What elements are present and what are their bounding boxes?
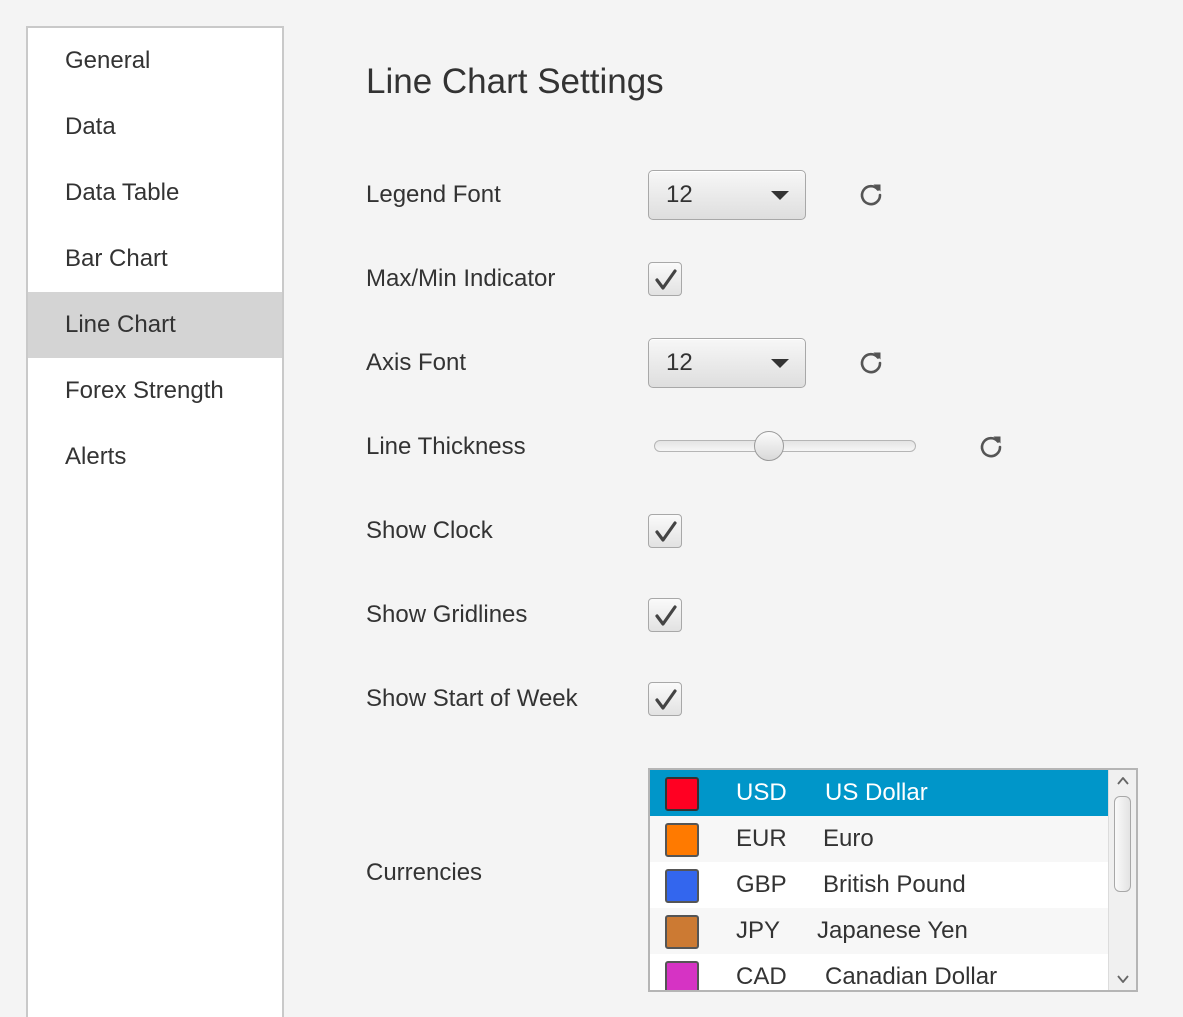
sidebar-item-line-chart[interactable]: Line Chart <box>28 292 282 358</box>
checkmark-icon <box>655 521 677 542</box>
axis-font-value: 12 <box>666 349 693 376</box>
sidebar-item-data[interactable]: Data <box>28 94 282 160</box>
currency-code: USD <box>736 779 787 806</box>
max-min-indicator-row: Max/Min Indicator <box>366 254 1166 304</box>
slider-track <box>654 440 916 452</box>
currency-name: British Pound <box>823 871 966 898</box>
chevron-up-icon[interactable] <box>1116 774 1130 788</box>
currency-code: JPY <box>736 917 781 944</box>
axis-font-select[interactable]: 12 <box>648 338 806 388</box>
currency-code: GBP <box>736 871 787 898</box>
checkmark-icon <box>655 269 677 290</box>
show-gridlines-label: Show Gridlines <box>366 601 528 628</box>
currency-color-swatch[interactable] <box>665 823 699 857</box>
currency-item-jpy[interactable]: JPY Japanese Yen <box>650 908 1108 954</box>
show-start-of-week-label: Show Start of Week <box>366 685 578 712</box>
currency-color-swatch[interactable] <box>665 869 699 903</box>
legend-font-label: Legend Font <box>366 181 501 208</box>
line-thickness-reset-button[interactable] <box>976 432 1006 462</box>
currency-item-cad[interactable]: CAD Canadian Dollar <box>650 954 1108 990</box>
show-start-of-week-checkbox[interactable] <box>648 682 682 716</box>
axis-font-label: Axis Font <box>366 349 467 376</box>
show-clock-checkbox[interactable] <box>648 514 682 548</box>
sidebar-item-bar-chart[interactable]: Bar Chart <box>28 226 282 292</box>
page-title: Line Chart Settings <box>366 62 664 101</box>
currency-item-eur[interactable]: EUR Euro <box>650 816 1108 862</box>
show-start-of-week-row: Show Start of Week <box>366 674 1166 724</box>
currency-name: Euro <box>823 825 874 852</box>
settings-window: General Data Data Table Bar Chart Line C… <box>0 0 1183 1017</box>
sidebar-item-forex-strength[interactable]: Forex Strength <box>28 358 282 424</box>
show-clock-label: Show Clock <box>366 517 493 544</box>
chevron-down-icon[interactable] <box>1116 972 1130 986</box>
sidebar-item-data-table[interactable]: Data Table <box>28 160 282 226</box>
show-gridlines-row: Show Gridlines <box>366 590 1166 640</box>
currency-name: Canadian Dollar <box>825 963 998 990</box>
legend-font-reset-button[interactable] <box>856 180 886 210</box>
line-thickness-label: Line Thickness <box>366 433 526 460</box>
max-min-indicator-label: Max/Min Indicator <box>366 265 556 292</box>
line-thickness-slider[interactable] <box>654 431 916 461</box>
checkmark-icon <box>655 605 677 626</box>
show-gridlines-checkbox[interactable] <box>648 598 682 632</box>
currency-code: CAD <box>736 963 787 990</box>
settings-panel: Line Chart Settings Legend Font 12 Max/M… <box>366 0 1166 1017</box>
dropdown-arrow-icon <box>771 359 789 368</box>
currencies-list[interactable]: USD US Dollar EUR Euro GBP British Pound… <box>648 768 1138 992</box>
max-min-indicator-checkbox[interactable] <box>648 262 682 296</box>
sidebar-nav: General Data Data Table Bar Chart Line C… <box>28 28 282 490</box>
currency-item-gbp[interactable]: GBP British Pound <box>650 862 1108 908</box>
currency-color-swatch[interactable] <box>665 777 699 811</box>
sidebar-item-alerts[interactable]: Alerts <box>28 424 282 490</box>
sidebar-item-general[interactable]: General <box>28 28 282 94</box>
currency-color-swatch[interactable] <box>665 961 699 990</box>
currency-name: Japanese Yen <box>817 917 968 944</box>
refresh-icon <box>860 352 882 374</box>
checkmark-icon <box>655 689 677 710</box>
currency-name: US Dollar <box>825 779 928 806</box>
currencies-label: Currencies <box>366 859 483 886</box>
currency-color-swatch[interactable] <box>665 915 699 949</box>
dropdown-arrow-icon <box>771 191 789 200</box>
legend-font-select[interactable]: 12 <box>648 170 806 220</box>
sidebar: General Data Data Table Bar Chart Line C… <box>26 26 284 1017</box>
axis-font-row: Axis Font 12 <box>366 338 1166 388</box>
legend-font-value: 12 <box>666 181 693 208</box>
slider-thumb[interactable] <box>754 431 785 461</box>
show-clock-row: Show Clock <box>366 506 1166 556</box>
currency-code: EUR <box>736 825 787 852</box>
axis-font-reset-button[interactable] <box>856 348 886 378</box>
refresh-icon <box>980 436 1002 458</box>
currencies-scrollbar[interactable] <box>1108 770 1136 990</box>
line-thickness-row: Line Thickness <box>366 422 1166 472</box>
refresh-icon <box>860 184 882 206</box>
currency-item-usd[interactable]: USD US Dollar <box>650 770 1108 816</box>
legend-font-row: Legend Font 12 <box>366 170 1166 220</box>
scrollbar-thumb[interactable] <box>1114 796 1131 892</box>
